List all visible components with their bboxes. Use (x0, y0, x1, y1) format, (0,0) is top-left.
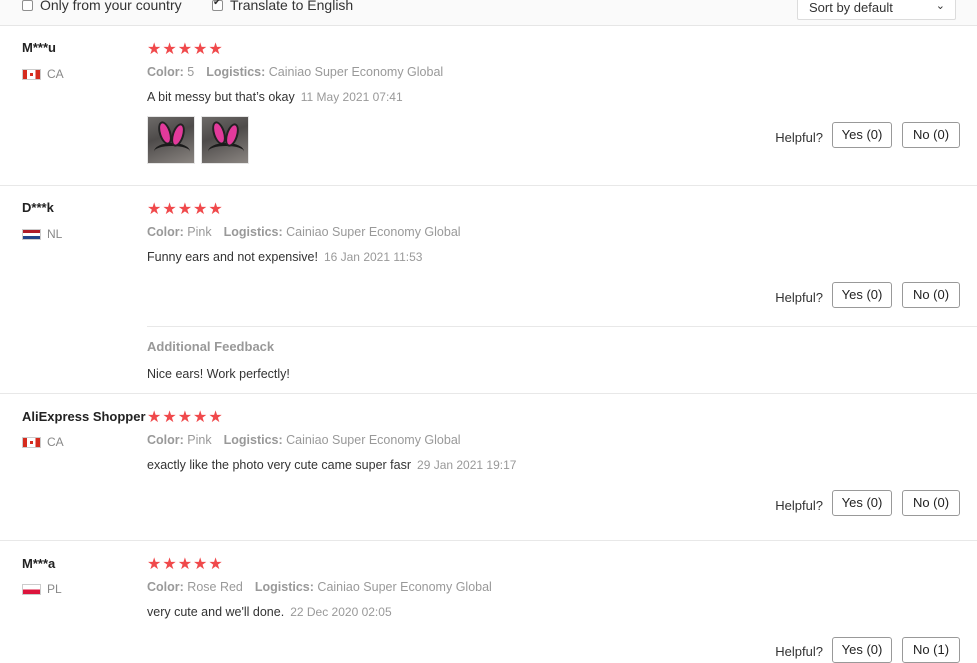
review-photos (147, 116, 249, 164)
review-body: Funny ears and not expensive! (147, 250, 318, 264)
review-text: very cute and we'll done. 22 Dec 2020 02:… (147, 605, 392, 619)
review-meta: Color: Rose Red Logistics: Cainiao Super … (147, 580, 492, 594)
additional-feedback-text: Nice ears! Work perfectly! (147, 367, 290, 381)
country-code: NL (47, 227, 63, 241)
logistics-value: Cainiao Super Economy Global (317, 580, 492, 594)
reviewer-name: M***u (22, 40, 56, 55)
reviewer-name: D***k (22, 200, 54, 215)
helpful-no-button[interactable]: No (0) (902, 282, 960, 308)
filter-bar: Only from your country Translate to Engl… (0, 0, 977, 26)
translate-checkbox[interactable]: Translate to English (212, 0, 353, 13)
color-value: Pink (187, 225, 212, 239)
reviewer-country: CA (22, 67, 64, 81)
review-text: Funny ears and not expensive! 16 Jan 2021… (147, 250, 422, 264)
review-date: 29 Jan 2021 19:17 (417, 458, 517, 472)
logistics-value: Cainiao Super Economy Global (286, 225, 461, 239)
review-text: exactly like the photo very cute came su… (147, 458, 516, 472)
color-value: 5 (187, 65, 195, 79)
helpful-label: Helpful? (775, 130, 823, 145)
color-label: Color: (147, 225, 184, 239)
helpful-label: Helpful? (775, 498, 823, 513)
review-divider (0, 185, 977, 186)
logistics-label: Logistics: (206, 65, 266, 79)
color-label: Color: (147, 580, 184, 594)
reviewer-country: NL (22, 227, 62, 241)
review-date: 16 Jan 2021 11:53 (323, 250, 423, 264)
reviewer-country: CA (22, 435, 64, 449)
only-country-checkbox[interactable]: Only from your country (22, 0, 182, 13)
color-label: Color: (147, 65, 184, 79)
review-meta: Color: 5 Logistics: Cainiao Super Economy… (147, 65, 443, 79)
color-label: Color: (147, 433, 184, 447)
reviewer-country: PL (22, 582, 62, 596)
review-photo-thumbnail[interactable] (147, 116, 195, 164)
reviewer-name: M***a (22, 556, 56, 571)
flag-ca-icon (22, 68, 41, 80)
logistics-label: Logistics: (254, 580, 314, 594)
flag-pl-icon (22, 583, 41, 595)
review-meta: Color: Pink Logistics: Cainiao Super Econ… (147, 225, 461, 239)
chevron-down-icon: ⌄ (935, 0, 945, 12)
color-value: Pink (187, 433, 212, 447)
rating-stars: ★★★★★ (147, 201, 224, 218)
review-text: A bit messy but that’s okay 11 May 2021 0… (147, 90, 403, 104)
review-date: 22 Dec 2020 02:05 (290, 605, 392, 619)
helpful-no-button[interactable]: No (0) (902, 490, 960, 516)
logistics-label: Logistics: (223, 225, 283, 239)
translate-label: Translate to English (230, 0, 354, 13)
review-body: A bit messy but that’s okay (147, 90, 295, 104)
review-photo-thumbnail[interactable] (201, 116, 249, 164)
logistics-value: Cainiao Super Economy Global (286, 433, 461, 447)
reviewer-name: AliExpress Shopper (22, 409, 146, 424)
flag-ca-icon (22, 436, 41, 448)
color-value: Rose Red (187, 580, 243, 594)
only-country-label: Only from your country (40, 0, 182, 13)
rating-stars: ★★★★★ (147, 409, 224, 426)
helpful-label: Helpful? (775, 290, 823, 305)
helpful-no-button[interactable]: No (0) (902, 122, 960, 148)
additional-feedback-divider (147, 326, 977, 327)
helpful-yes-button[interactable]: Yes (0) (832, 637, 892, 663)
sort-dropdown[interactable]: Sort by default ⌄ (797, 0, 956, 20)
rating-stars: ★★★★★ (147, 41, 224, 58)
review-body: very cute and we'll done. (147, 605, 285, 619)
checkbox-box-checked[interactable] (212, 0, 223, 11)
sort-label: Sort by default (809, 0, 893, 15)
logistics-value: Cainiao Super Economy Global (268, 65, 444, 79)
logistics-label: Logistics: (223, 433, 283, 447)
helpful-label: Helpful? (775, 644, 823, 659)
review-meta: Color: Pink Logistics: Cainiao Super Econ… (147, 433, 461, 447)
helpful-yes-button[interactable]: Yes (0) (832, 490, 892, 516)
review-divider (0, 393, 977, 394)
helpful-yes-button[interactable]: Yes (0) (832, 122, 892, 148)
helpful-no-button[interactable]: No (1) (902, 637, 960, 663)
checkbox-box[interactable] (22, 0, 33, 11)
country-code: CA (47, 67, 64, 81)
country-code: CA (47, 435, 64, 449)
flag-nl-icon (22, 228, 41, 240)
helpful-yes-button[interactable]: Yes (0) (832, 282, 892, 308)
rating-stars: ★★★★★ (147, 556, 224, 573)
review-divider (0, 540, 977, 541)
additional-feedback-title: Additional Feedback (147, 339, 275, 354)
review-body: exactly like the photo very cute came su… (147, 458, 412, 472)
review-date: 11 May 2021 07:41 (300, 90, 403, 104)
country-code: PL (47, 582, 62, 596)
